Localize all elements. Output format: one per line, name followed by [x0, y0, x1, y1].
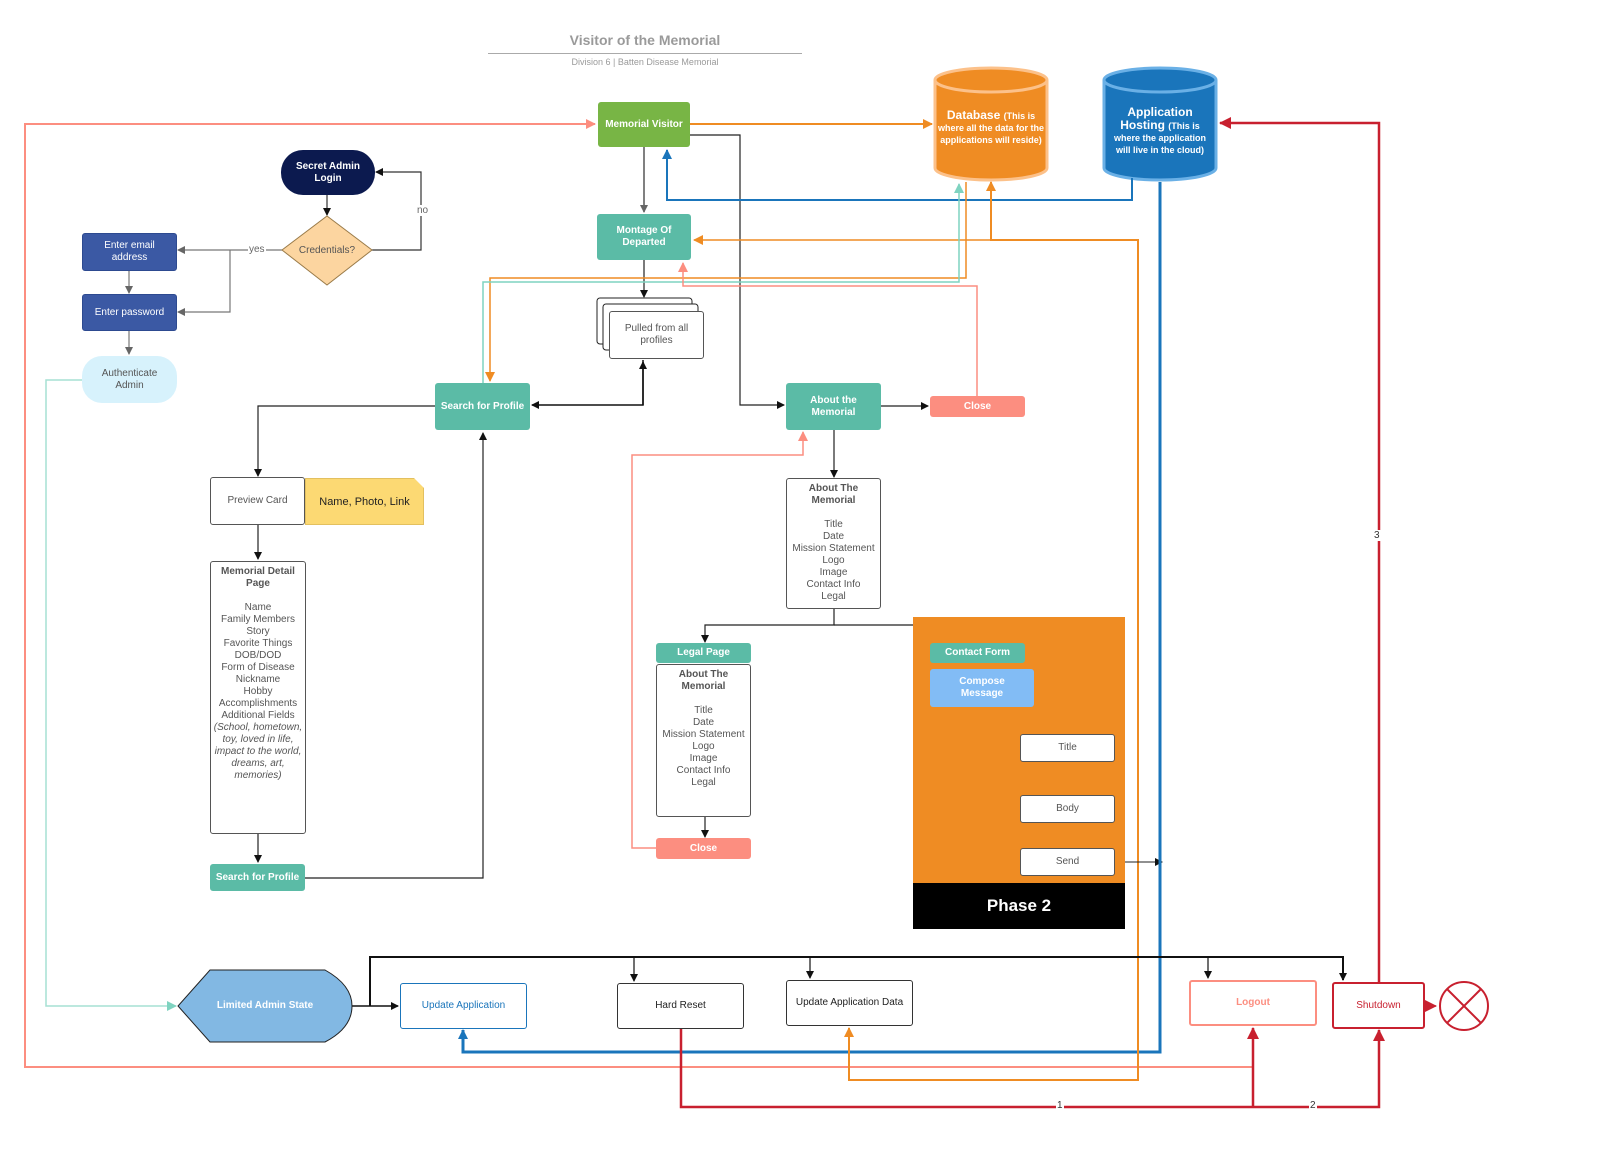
search-profile-bottom-node[interactable]: Search for Profile — [210, 864, 305, 891]
preview-note: Name, Photo, Link — [305, 478, 424, 525]
legal-item: Title — [694, 705, 713, 716]
edge-label-no: no — [416, 205, 430, 216]
legal-item: Logo — [692, 741, 715, 752]
close-top-node[interactable]: Close — [930, 396, 1025, 417]
legal-list-heading: About The Memorial — [678, 669, 729, 692]
compose-message-node[interactable]: Compose Message — [930, 669, 1034, 707]
memorial-visitor-node[interactable]: Memorial Visitor — [598, 102, 690, 147]
detail-item: Family Members — [221, 614, 295, 625]
update-application-data-node[interactable]: Update Application Data — [786, 980, 913, 1026]
detail-item: Form of Disease — [221, 662, 295, 673]
page-title: Visitor of the Memorial — [569, 32, 721, 48]
enter-email-node[interactable]: Enter email address — [82, 233, 177, 271]
detail-item: Nickname — [235, 674, 281, 685]
about-item: Logo — [822, 555, 845, 566]
enter-password-node[interactable]: Enter password — [82, 294, 177, 331]
form-send-node[interactable]: Send — [1020, 848, 1115, 876]
detail-item: Name — [244, 602, 272, 613]
search-profile-node[interactable]: Search for Profile — [435, 383, 530, 430]
legal-item: Mission Statement — [662, 729, 745, 740]
legal-item: Contact Info — [676, 765, 731, 776]
logout-node[interactable]: Logout — [1189, 980, 1317, 1026]
about-item: Legal — [821, 591, 846, 602]
credentials-label[interactable]: Credentials? — [282, 216, 372, 285]
detail-item: DOB/DOD — [234, 650, 282, 661]
phase-2-label: Phase 2 — [913, 883, 1125, 929]
memorial-detail-node[interactable]: Memorial Detail Page Name Family Members… — [210, 561, 306, 834]
database-title: Database — [946, 108, 1004, 122]
about-item: Mission Statement — [792, 543, 875, 554]
pulled-profiles-node[interactable]: Pulled from all profiles — [609, 311, 704, 359]
edge-label-yes: yes — [248, 244, 266, 255]
detail-item: Hobby — [243, 686, 273, 697]
edge-label-3: 3 — [1373, 530, 1381, 541]
edge-label-1: 1 — [1056, 1100, 1064, 1111]
about-list-node[interactable]: About The Memorial Title Date Mission St… — [786, 478, 881, 609]
montage-node[interactable]: Montage Of Departed — [597, 214, 691, 260]
secret-admin-login-node[interactable]: Secret Admin Login — [281, 150, 375, 195]
terminate-icon — [1439, 981, 1489, 1031]
about-item: Image — [819, 567, 848, 578]
legal-item: Date — [692, 717, 715, 728]
page-subtitle: Division 6 | Batten Disease Memorial — [571, 57, 719, 67]
database-label[interactable]: Database (This is where all the data for… — [937, 109, 1045, 146]
about-item: Title — [824, 519, 843, 530]
detail-item: Favorite Things — [223, 638, 293, 649]
legal-page-node[interactable]: Legal Page — [656, 643, 751, 663]
detail-item: Accomplishments — [218, 698, 298, 709]
about-item: Contact Info — [806, 579, 861, 590]
hosting-label[interactable]: Application Hosting (This is where the a… — [1106, 106, 1214, 156]
edge-label-2: 2 — [1309, 1100, 1317, 1111]
limited-admin-state-label[interactable]: Limited Admin State — [190, 970, 340, 1042]
about-list-heading: About The Memorial — [808, 483, 859, 506]
about-item: Date — [822, 531, 845, 542]
edge-auth-to-admin — [45, 379, 177, 1011]
legal-item: Legal — [691, 777, 716, 788]
preview-card-node[interactable]: Preview Card — [210, 477, 305, 525]
memorial-detail-heading: Memorial Detail Page — [221, 566, 295, 589]
legal-item: Image — [689, 753, 718, 764]
shutdown-node[interactable]: Shutdown — [1332, 982, 1425, 1029]
detail-item: Story — [246, 626, 270, 637]
detail-item: Additional Fields — [221, 710, 295, 721]
detail-italic-note: (School, hometown, toy, loved in life, i… — [213, 722, 303, 781]
contact-form-node[interactable]: Contact Form — [930, 643, 1025, 663]
legal-list-node[interactable]: About The Memorial Title Date Mission St… — [656, 664, 751, 817]
close-bottom-node[interactable]: Close — [656, 838, 751, 859]
title-divider — [488, 53, 802, 54]
form-body-node[interactable]: Body — [1020, 795, 1115, 823]
about-memorial-node[interactable]: About the Memorial — [786, 383, 881, 430]
form-title-node[interactable]: Title — [1020, 734, 1115, 762]
authenticate-admin-node[interactable]: Authenticate Admin — [82, 356, 177, 403]
hard-reset-node[interactable]: Hard Reset — [617, 983, 744, 1029]
update-application-node[interactable]: Update Application — [400, 983, 527, 1029]
